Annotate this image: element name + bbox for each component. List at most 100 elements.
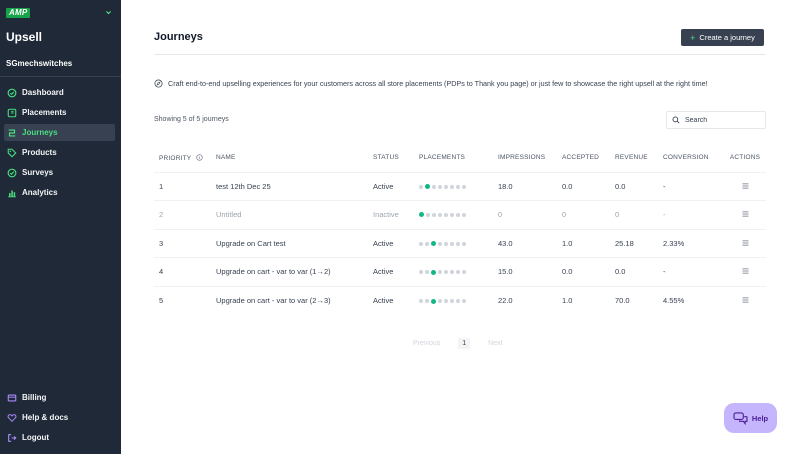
row-accepted: 0.0 xyxy=(562,257,615,286)
sidebar-item-placements[interactable]: Placements xyxy=(4,104,115,121)
row-revenue: 70.0 xyxy=(615,285,663,315)
table-row[interactable]: 2 Untitled Inactive 0 0 0- xyxy=(154,200,766,229)
row-name[interactable]: Upgrade on cart - var to var (2→3) xyxy=(216,285,373,315)
brand-switcher[interactable]: AMP xyxy=(6,6,112,19)
row-priority: 4 xyxy=(154,257,216,286)
plus-icon: + xyxy=(690,32,696,43)
row-placements xyxy=(419,257,498,286)
sidebar-item-surveys[interactable]: Surveys xyxy=(4,164,115,181)
row-status: Active xyxy=(373,171,419,201)
row-revenue: 0 xyxy=(615,200,663,229)
next-page-button[interactable]: Next xyxy=(488,340,502,347)
sidebar-item-analytics[interactable]: Analytics xyxy=(4,184,115,201)
placement-dots xyxy=(419,298,466,304)
placement-dot xyxy=(432,184,436,189)
row-impressions: 18.0 xyxy=(498,171,562,201)
table-row[interactable]: 4 Upgrade on cart - var to var (1→2) Activ… xyxy=(154,257,766,286)
create-journey-button[interactable]: + Create a journey xyxy=(681,29,764,46)
row-placements xyxy=(419,200,498,229)
help-chat-button[interactable]: Help xyxy=(724,403,777,433)
row-name[interactable]: test 12th Dec 25 xyxy=(216,171,373,201)
column-placements: PLACEMENTS xyxy=(419,154,466,162)
tag-icon xyxy=(7,148,17,158)
sidebar-item-label: Billing xyxy=(22,393,47,402)
menu-icon[interactable] xyxy=(742,211,749,217)
table-row[interactable]: 3 Upgrade on Cart test Active 43.0 1.0 25.18 2… xyxy=(154,228,766,258)
placement-dot xyxy=(462,184,466,189)
column-label: PRIORITY xyxy=(159,154,192,162)
sidebar-item-billing[interactable]: Billing xyxy=(4,389,115,406)
sidebar-item-journeys[interactable]: Journeys xyxy=(4,124,115,141)
placement-dot xyxy=(450,270,454,275)
placement-dot xyxy=(419,270,423,275)
row-name[interactable]: Upgrade on cart - var to var (1→2) xyxy=(216,257,373,286)
placement-dot xyxy=(450,212,454,217)
check-circle-icon xyxy=(7,168,17,177)
placement-dot xyxy=(425,241,429,246)
heart-icon xyxy=(7,413,17,422)
sidebar-item-label: Placements xyxy=(22,108,67,117)
placement-dot xyxy=(419,184,423,189)
sidebar-item-dashboard[interactable]: Dashboard xyxy=(4,84,115,101)
row-status: Active xyxy=(373,285,419,315)
page-description: Craft end-to-end upselling experiences f… xyxy=(154,79,708,88)
pagination: Previous 1 Next xyxy=(413,338,503,349)
row-actions xyxy=(724,285,766,315)
menu-icon[interactable] xyxy=(742,268,749,274)
column-actions: ACTIONS xyxy=(729,154,761,162)
sidebar-item-label: Help & docs xyxy=(22,413,69,422)
chevron-down-icon[interactable] xyxy=(105,9,112,16)
placement-dot xyxy=(444,184,448,189)
placement-dot xyxy=(419,241,423,246)
table-row[interactable]: 1 test 12th Dec 25 Active 18.0 0.0 0.0- xyxy=(154,171,766,201)
row-placements xyxy=(419,228,498,258)
sidebar-item-label: Surveys xyxy=(22,168,54,177)
shop-name: SGmechswitches xyxy=(6,59,73,68)
row-accepted: 0.0 xyxy=(562,171,615,201)
main-content: Journeys + Create a journey Craft end-to… xyxy=(121,0,800,454)
chat-icon xyxy=(733,411,748,425)
previous-page-button[interactable]: Previous xyxy=(413,340,440,347)
sidebar-item-label: Dashboard xyxy=(22,88,64,97)
app-title: Upsell xyxy=(6,30,43,44)
placement-dot xyxy=(425,299,429,303)
current-page[interactable]: 1 xyxy=(458,338,471,349)
table-row[interactable]: 5 Upgrade on cart - var to var (2→3) Activ… xyxy=(154,285,766,315)
search-input[interactable] xyxy=(685,116,760,124)
row-conversion: - xyxy=(663,200,724,229)
search-box[interactable] xyxy=(666,111,766,129)
description-text: Craft end-to-end upselling experiences f… xyxy=(168,79,708,88)
info-icon[interactable] xyxy=(196,154,203,161)
placement-dot xyxy=(450,241,454,246)
placement-dot xyxy=(438,270,442,275)
placement-dot xyxy=(462,299,466,303)
row-accepted: 1.0 xyxy=(562,228,615,258)
row-priority: 2 xyxy=(154,200,216,229)
row-revenue: 25.18 xyxy=(615,228,663,258)
menu-icon[interactable] xyxy=(742,240,749,246)
row-priority: 3 xyxy=(154,228,216,258)
placement-dot xyxy=(432,212,436,217)
placement-dot xyxy=(456,299,460,303)
placement-dot xyxy=(450,184,454,189)
brand-logo: AMP xyxy=(6,7,31,18)
create-journey-label: Create a journey xyxy=(699,33,755,42)
placement-dot xyxy=(444,212,448,217)
row-status: Active xyxy=(373,257,419,286)
placement-dot xyxy=(426,212,430,217)
row-impressions: 15.0 xyxy=(498,257,562,286)
row-conversion: - xyxy=(663,257,724,286)
menu-icon[interactable] xyxy=(742,183,749,189)
row-name[interactable]: Untitled xyxy=(216,200,373,229)
column-priority[interactable]: PRIORITY xyxy=(154,144,216,172)
row-accepted: 1.0 xyxy=(562,285,615,315)
sidebar-item-help-docs[interactable]: Help & docs xyxy=(4,409,115,426)
placement-dot xyxy=(419,299,423,303)
menu-icon[interactable] xyxy=(742,297,749,303)
sidebar-item-products[interactable]: Products xyxy=(4,144,115,161)
placement-dot xyxy=(450,299,454,303)
placement-dots xyxy=(419,184,466,190)
sidebar-item-logout[interactable]: Logout xyxy=(4,429,115,446)
column-accepted: ACCEPTED xyxy=(562,154,599,162)
row-name[interactable]: Upgrade on Cart test xyxy=(216,228,373,258)
